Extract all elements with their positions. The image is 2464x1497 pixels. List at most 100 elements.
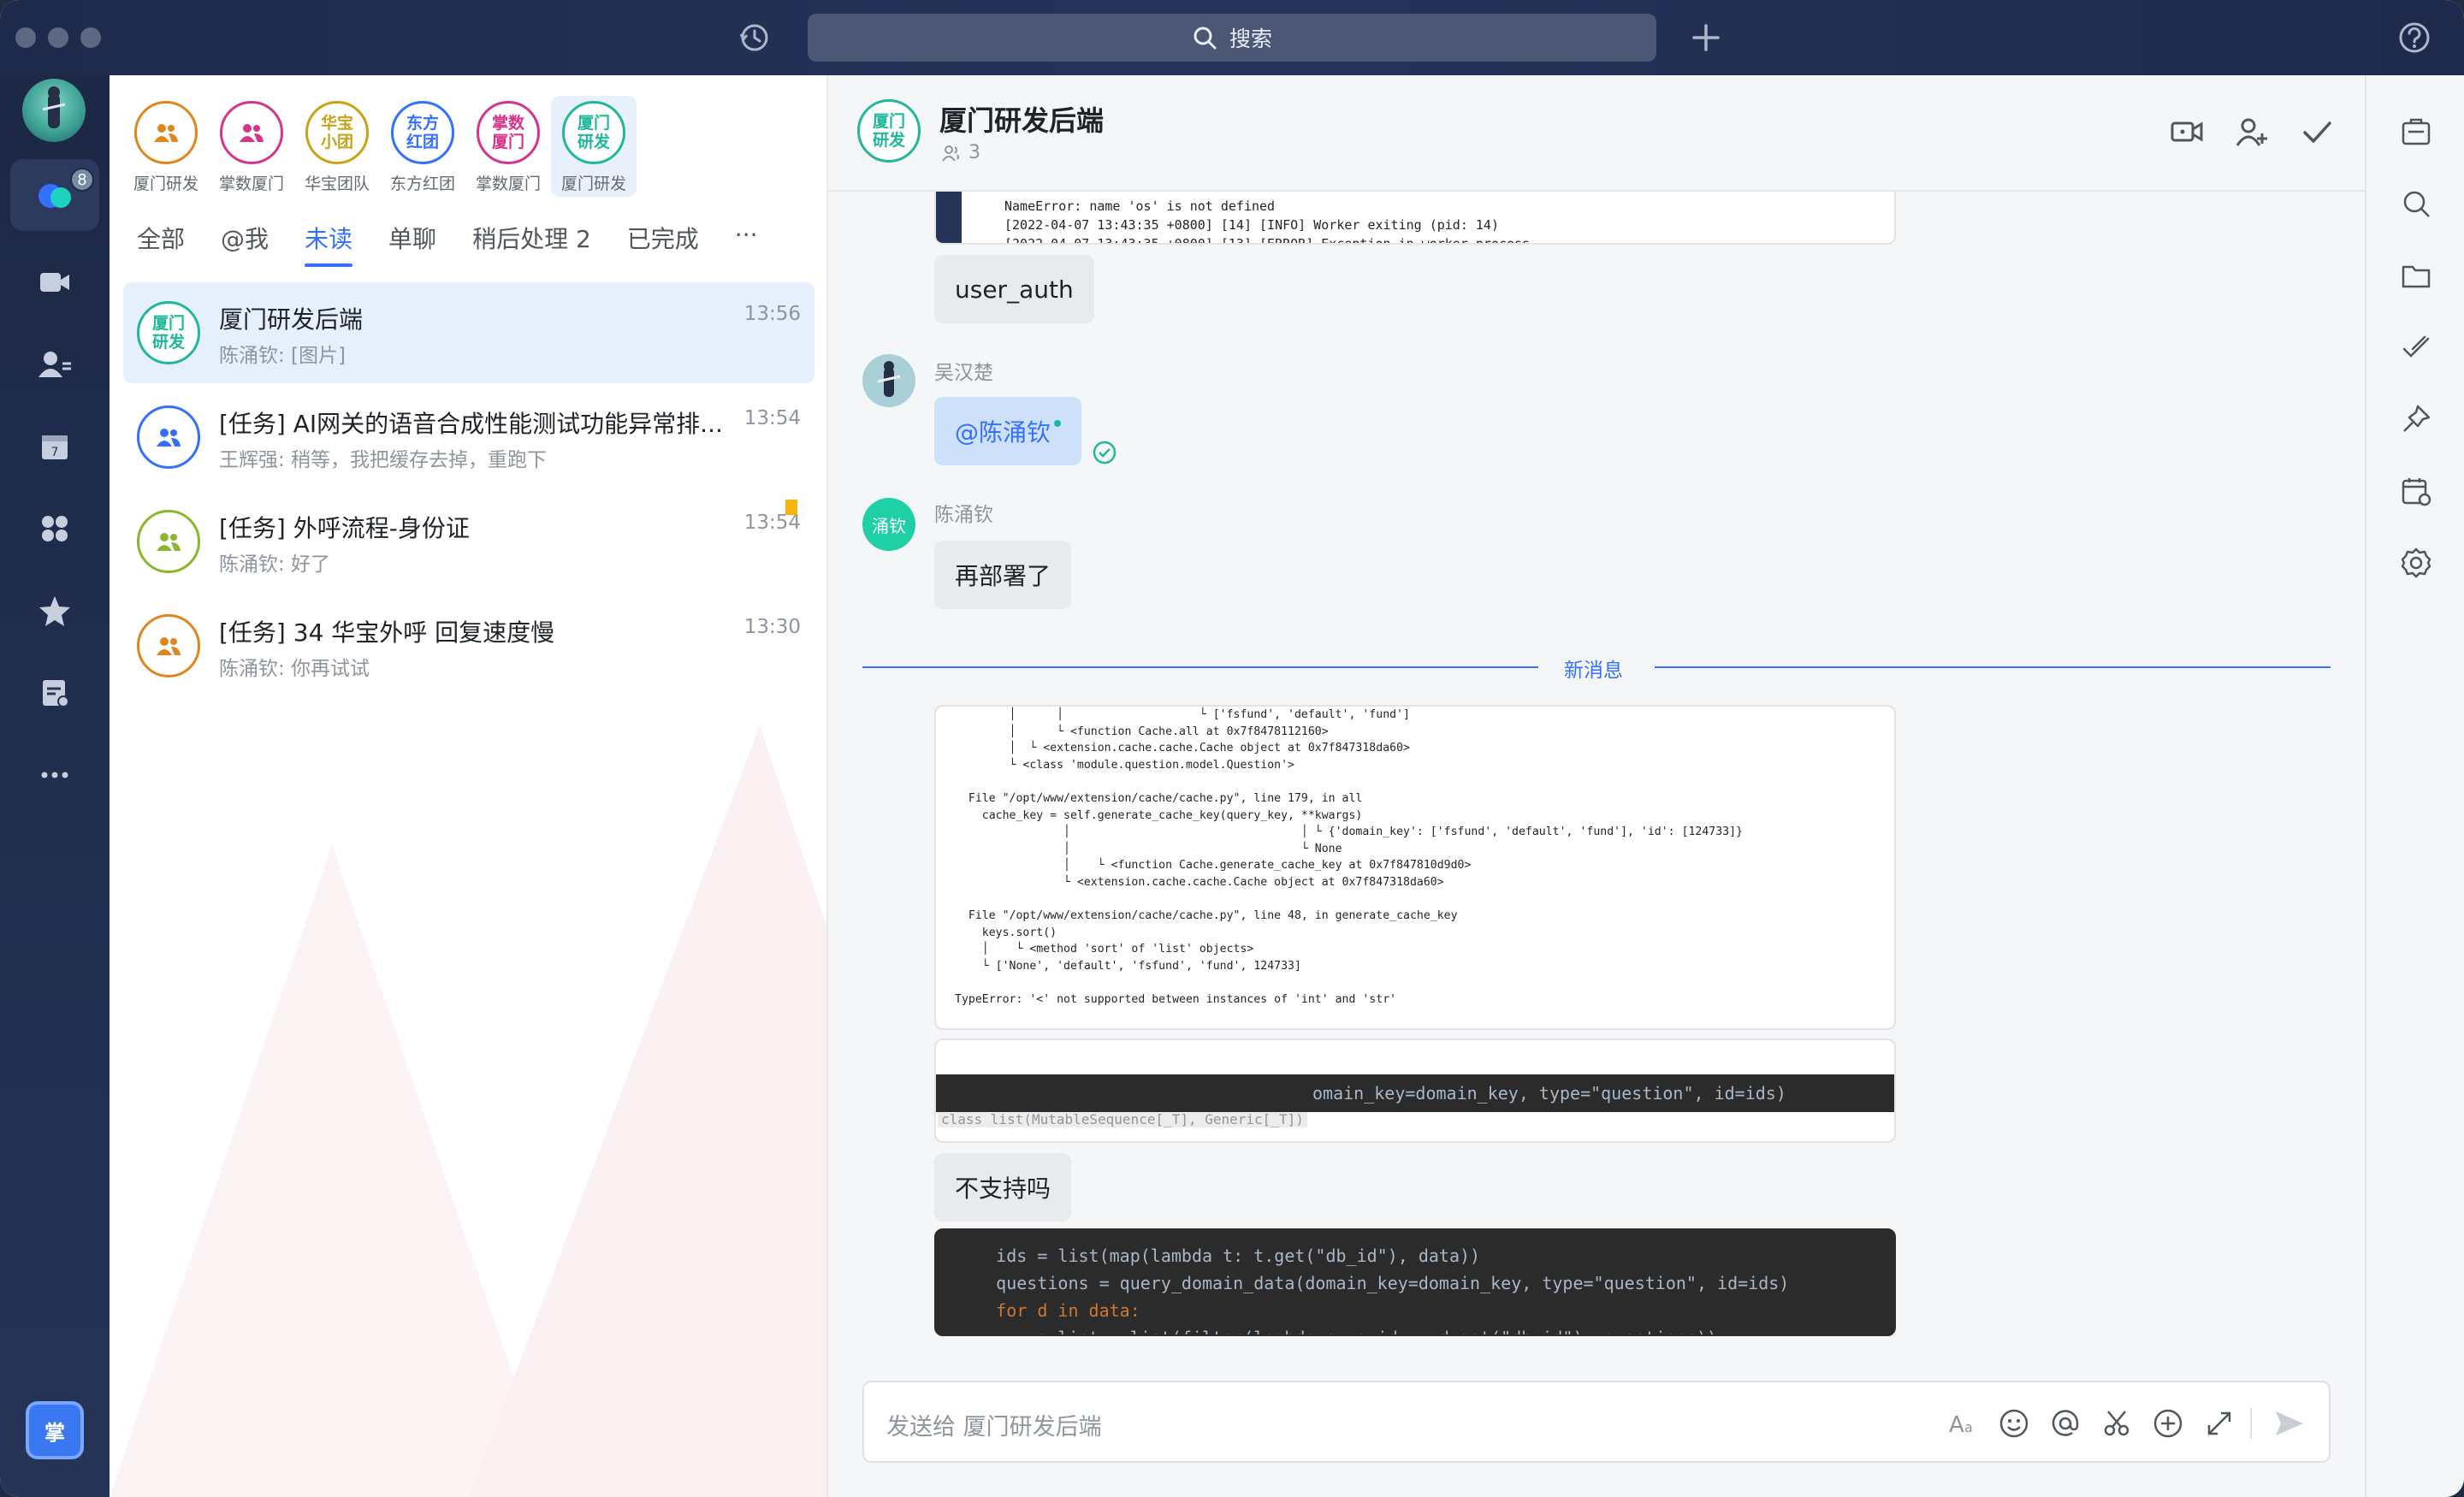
help-icon[interactable] [2396, 19, 2433, 56]
send-icon[interactable] [2272, 1406, 2307, 1441]
message-image-code[interactable]: omain_key=domain_key, type="question", i… [934, 1038, 1896, 1143]
video-call-icon[interactable] [2168, 113, 2206, 151]
nav-video[interactable] [10, 246, 99, 318]
conversation-item[interactable]: 厦门 研发 厦门研发后端 陈涌钦: [图片] 13:56 [123, 282, 814, 383]
chat-group-avatar[interactable]: 厦门 研发 [857, 99, 921, 163]
conversation-preview: 王辉强: 稍等，我把缓存去掉，重跑下 [219, 449, 548, 471]
message-bubble[interactable]: user_auth [934, 255, 1094, 323]
group-people-icon [157, 429, 181, 447]
emoji-icon[interactable] [1997, 1406, 2031, 1441]
conversation-title: [任务] AI网关的语音合成性能测试功能异常排... [219, 410, 723, 438]
mark-done-icon[interactable] [2298, 113, 2336, 151]
nav-messages[interactable]: 8 [10, 159, 99, 231]
tab-filter[interactable]: @我 [221, 221, 269, 267]
unread-badge: 8 [70, 168, 94, 192]
code-text-2: │ │ └ ['fsfund', 'default', 'fund'] │ └ … [955, 708, 1743, 1007]
group-avatar: 厦门 研发 [562, 101, 625, 164]
message-bubble[interactable]: 不支持吗 [934, 1153, 1072, 1222]
search-label: 搜索 [1229, 27, 1272, 51]
window-minimize-button[interactable] [48, 27, 68, 48]
group-label: 厦门研发 [560, 175, 626, 193]
schedule-icon[interactable] [2399, 474, 2433, 508]
conversation-item[interactable]: [任务] 34 华宝外呼 回复速度慢 陈涌钦: 你再试试 13:30 [123, 595, 814, 696]
left-nav-rail: 8 7 掌 [0, 75, 110, 1497]
pinned-group[interactable]: 东方 红团 东方红团 [380, 96, 465, 197]
conversation-title: [任务] 34 华宝外呼 回复速度慢 [219, 618, 555, 647]
code-text-3: omain_key=domain_key, type="question", i… [1312, 1083, 1786, 1104]
read-receipt-icon [1093, 441, 1116, 464]
member-count-value: 3 [968, 142, 980, 163]
task-check-icon[interactable] [2399, 330, 2433, 364]
window-zoom-button[interactable] [80, 27, 101, 48]
group-people-icon [240, 124, 264, 142]
message-image-traceback[interactable]: │ │ └ ['fsfund', 'default', 'fund'] │ └ … [934, 705, 1896, 1030]
group-avatar: 华宝 小团 [305, 101, 369, 164]
tab-filter[interactable]: 全部 [137, 221, 185, 267]
group-label: 掌数厦门 [218, 175, 284, 193]
sender-avatar[interactable]: 涌钦 [862, 498, 915, 551]
tab-filter[interactable]: 稍后处理 2 [472, 221, 591, 267]
settings-icon[interactable] [2399, 546, 2433, 580]
message-list: NameError: name 'os' is not defined [202… [828, 192, 2365, 1381]
tab-filter[interactable]: 单聊 [388, 221, 436, 267]
document-icon [43, 680, 69, 707]
conversation-item[interactable]: [任务] AI网关的语音合成性能测试功能异常排... 王辉强: 稍等，我把缓存去掉… [123, 387, 814, 488]
nav-more[interactable] [10, 739, 99, 811]
mention-bubble[interactable]: @陈涌钦 [934, 397, 1082, 465]
chat-title[interactable]: 厦门研发后端 [939, 99, 1104, 139]
pinned-group[interactable]: 华宝 小团 华宝团队 [294, 96, 380, 197]
apps-grid-icon [42, 516, 68, 541]
folder-icon[interactable] [2399, 258, 2433, 293]
sender-name: 陈涌钦 [934, 504, 993, 526]
calendar-icon: 7 [42, 435, 68, 459]
search-history-icon[interactable] [2399, 186, 2433, 221]
message-bubble[interactable]: 再部署了 [934, 541, 1072, 609]
conversation-time: 13:56 [743, 303, 801, 325]
pin-icon[interactable] [2399, 402, 2433, 436]
nav-favorites[interactable] [10, 575, 99, 647]
contacts-icon [38, 352, 71, 377]
pinned-group[interactable]: 厦门研发 [123, 96, 209, 197]
message-image-code[interactable]: ids = list(map(lambda t: t.get("db_id"),… [934, 1228, 1896, 1336]
group-avatar [220, 101, 283, 164]
nav-apps[interactable] [10, 493, 99, 565]
nav-calendar[interactable]: 7 [10, 411, 99, 482]
tab-filter[interactable]: 已完成 [627, 221, 699, 267]
pinned-group[interactable]: 厦门 研发 厦门研发 [551, 96, 637, 197]
group-people-icon [154, 124, 178, 142]
nav-docs[interactable] [10, 657, 99, 729]
tabs-more-button[interactable]: ··· [735, 221, 758, 267]
expand-icon[interactable] [2202, 1406, 2236, 1441]
add-member-icon[interactable] [2233, 113, 2271, 151]
mention-icon[interactable] [2048, 1406, 2082, 1441]
user-avatar[interactable] [22, 79, 86, 142]
message-input[interactable]: 发送给 厦门研发后端 A a [862, 1381, 2331, 1463]
chat-icon [38, 184, 71, 208]
search-bar[interactable]: 搜索 [808, 14, 1656, 62]
online-dot [1054, 420, 1062, 427]
member-count[interactable]: 3 [941, 142, 980, 163]
conversation-preview: 陈涌钦: [图片] [219, 345, 346, 367]
workspace-switcher[interactable]: 掌 [26, 1401, 84, 1459]
scissors-icon[interactable] [2100, 1406, 2134, 1441]
conversation-item[interactable]: [任务] 外呼流程-身份证 陈涌钦: 好了 13:54 [123, 491, 814, 592]
pinned-group[interactable]: 掌数厦门 [209, 96, 294, 197]
message-image-traceback[interactable]: NameError: name 'os' is not defined [202… [934, 192, 1896, 245]
history-icon[interactable] [736, 19, 773, 56]
plus-icon[interactable] [1687, 19, 1725, 56]
pinned-group[interactable]: 掌数 厦门 掌数厦门 [465, 96, 551, 197]
more-dots-icon [41, 772, 68, 778]
sender-name: 吴汉楚 [934, 362, 993, 384]
text-format-icon[interactable]: A a [1946, 1406, 1980, 1441]
window-close-button[interactable] [15, 27, 36, 48]
nav-contacts[interactable] [10, 328, 99, 400]
mention-text: @陈涌钦 [955, 418, 1051, 447]
conversation-avatar [137, 510, 200, 573]
right-tool-rail [2365, 75, 2464, 1497]
announcement-icon[interactable] [2399, 115, 2433, 149]
add-attachment-icon[interactable] [2151, 1406, 2185, 1441]
sender-avatar[interactable] [862, 354, 915, 407]
tab-filter[interactable]: 未读 [305, 221, 353, 267]
flag-icon [785, 500, 797, 515]
svg-text:A: A [1949, 1412, 1964, 1438]
